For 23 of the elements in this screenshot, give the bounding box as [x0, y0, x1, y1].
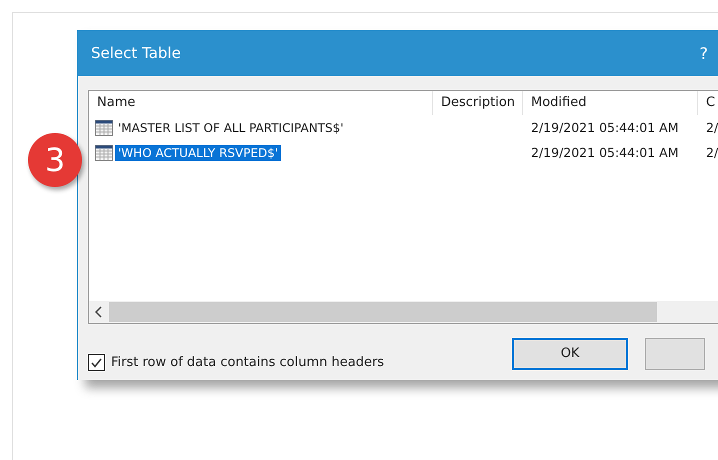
table-name[interactable]: 'WHO ACTUALLY RSVPED$' [115, 144, 282, 160]
horizontal-scrollbar[interactable] [89, 301, 718, 323]
ok-button[interactable]: OK [512, 338, 628, 370]
table-icon [95, 144, 113, 160]
table-name[interactable]: 'MASTER LIST OF ALL PARTICIPANTS$' [115, 120, 347, 136]
table-cell-text: 2/ [705, 120, 718, 135]
column-header[interactable]: Modified [523, 91, 698, 115]
table-icon [95, 120, 113, 136]
step-badge: 3 [28, 133, 82, 187]
scroll-left-icon[interactable] [95, 306, 103, 318]
scroll-thumb[interactable] [109, 302, 657, 322]
checkbox[interactable] [88, 354, 105, 371]
table-cell-text: 2/19/2021 05:44:01 AM [530, 120, 680, 135]
check-icon [91, 358, 102, 368]
column-header[interactable]: Description [433, 91, 523, 115]
window-title: Select Table [91, 44, 181, 62]
table-cell-text: 2/ [705, 145, 718, 160]
column-header[interactable]: Name [89, 91, 433, 115]
table-cell-text: 2/19/2021 05:44:01 AM [530, 145, 680, 160]
help-button[interactable]: ? [700, 44, 708, 62]
column-header[interactable]: C [698, 91, 718, 115]
dialog-button[interactable] [645, 338, 706, 370]
checkbox-label: First row of data contains column headers [111, 355, 384, 370]
